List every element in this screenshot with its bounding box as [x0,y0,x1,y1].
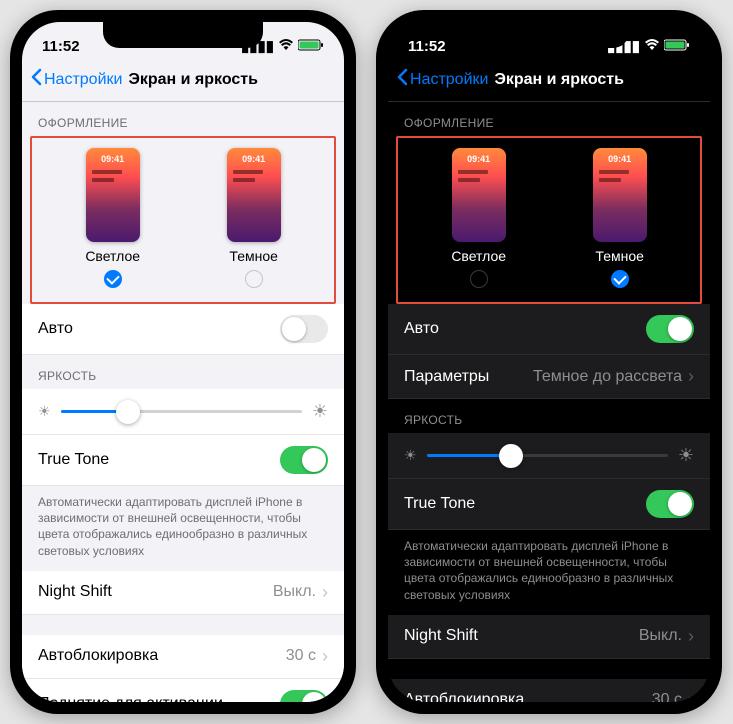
brightness-slider[interactable] [427,454,668,457]
section-appearance: ОФОРМЛЕНИЕ [22,102,344,136]
truetone-footnote: Автоматически адаптировать дисплей iPhon… [22,486,344,571]
page-title: Экран и яркость [128,71,258,89]
theme-thumb-light: 09:41 [86,148,140,242]
nav-bar: Настройки Экран и яркость [388,60,710,102]
theme-radio-light[interactable] [470,270,488,288]
chevron-left-icon [30,68,42,91]
nav-bar: Настройки Экран и яркость [22,60,344,102]
sun-low-icon: ☀︎ [404,447,417,464]
row-auto[interactable]: Авто [22,304,344,355]
theme-panel: 09:41 Светлое 09:41 Темное [30,136,336,304]
sun-high-icon: ☀︎ [678,445,694,466]
phone-dark: 11:52 ▮▮▮▮ Настройки Экран и яркость ОФО… [376,10,722,714]
battery-icon [298,38,324,55]
theme-thumb-dark: 09:41 [593,148,647,242]
status-time: 11:52 [408,38,446,55]
section-brightness: ЯРКОСТЬ [22,355,344,389]
notch [103,22,263,48]
theme-label-light: Светлое [451,248,506,264]
row-truetone[interactable]: True Tone [388,479,710,530]
theme-panel: 09:41 Светлое 09:41 Темное [396,136,702,304]
screen: 11:52 ▮▮▮▮ Настройки Экран и яркость ОФО… [388,22,710,702]
section-brightness: ЯРКОСТЬ [388,399,710,433]
row-nightshift[interactable]: Night Shift Выкл. › [22,571,344,615]
wifi-icon [644,38,660,55]
theme-option-dark[interactable]: 09:41 Темное [227,148,281,288]
theme-label-dark: Темное [595,248,643,264]
status-time: 11:52 [42,38,80,55]
row-auto[interactable]: Авто [388,304,710,355]
back-label: Настройки [44,71,122,89]
theme-thumb-light: 09:41 [452,148,506,242]
brightness-slider-row: ☀︎ ☀︎ [22,389,344,435]
chevron-left-icon [396,68,408,91]
chevron-right-icon: › [688,626,694,647]
back-button[interactable]: Настройки [30,68,122,91]
row-raise[interactable]: Поднятие для активации [22,679,344,702]
row-options[interactable]: Параметры Темное до рассвета › [388,355,710,399]
theme-option-light[interactable]: 09:41 Светлое [451,148,506,288]
wifi-icon [278,38,294,55]
sun-high-icon: ☀︎ [312,401,328,422]
theme-radio-light[interactable] [104,270,122,288]
chevron-right-icon: › [688,690,694,702]
toggle-truetone[interactable] [646,490,694,518]
phone-light: 11:52 ▮▮▮▮ Настройки Экран и яркость ОФО… [10,10,356,714]
sun-low-icon: ☀︎ [38,403,51,420]
theme-label-dark: Темное [229,248,277,264]
toggle-raise[interactable] [280,690,328,702]
theme-thumb-dark: 09:41 [227,148,281,242]
chevron-right-icon: › [688,366,694,387]
theme-option-dark[interactable]: 09:41 Темное [593,148,647,288]
row-autolock[interactable]: Автоблокировка 30 с › [22,635,344,679]
notch [469,22,629,48]
theme-label-light: Светлое [85,248,140,264]
toggle-auto[interactable] [646,315,694,343]
screen: 11:52 ▮▮▮▮ Настройки Экран и яркость ОФО… [22,22,344,702]
brightness-slider-row: ☀︎ ☀︎ [388,433,710,479]
theme-radio-dark[interactable] [611,270,629,288]
toggle-auto[interactable] [280,315,328,343]
chevron-right-icon: › [322,582,328,603]
page-title: Экран и яркость [494,71,624,89]
truetone-footnote: Автоматически адаптировать дисплей iPhon… [388,530,710,615]
row-truetone[interactable]: True Tone [22,435,344,486]
back-button[interactable]: Настройки [396,68,488,91]
toggle-truetone[interactable] [280,446,328,474]
chevron-right-icon: › [322,646,328,667]
brightness-slider[interactable] [61,410,302,413]
theme-radio-dark[interactable] [245,270,263,288]
battery-icon [664,38,690,55]
back-label: Настройки [410,71,488,89]
section-appearance: ОФОРМЛЕНИЕ [388,102,710,136]
row-autolock[interactable]: Автоблокировка 30 с › [388,679,710,702]
theme-option-light[interactable]: 09:41 Светлое [85,148,140,288]
row-nightshift[interactable]: Night Shift Выкл. › [388,615,710,659]
